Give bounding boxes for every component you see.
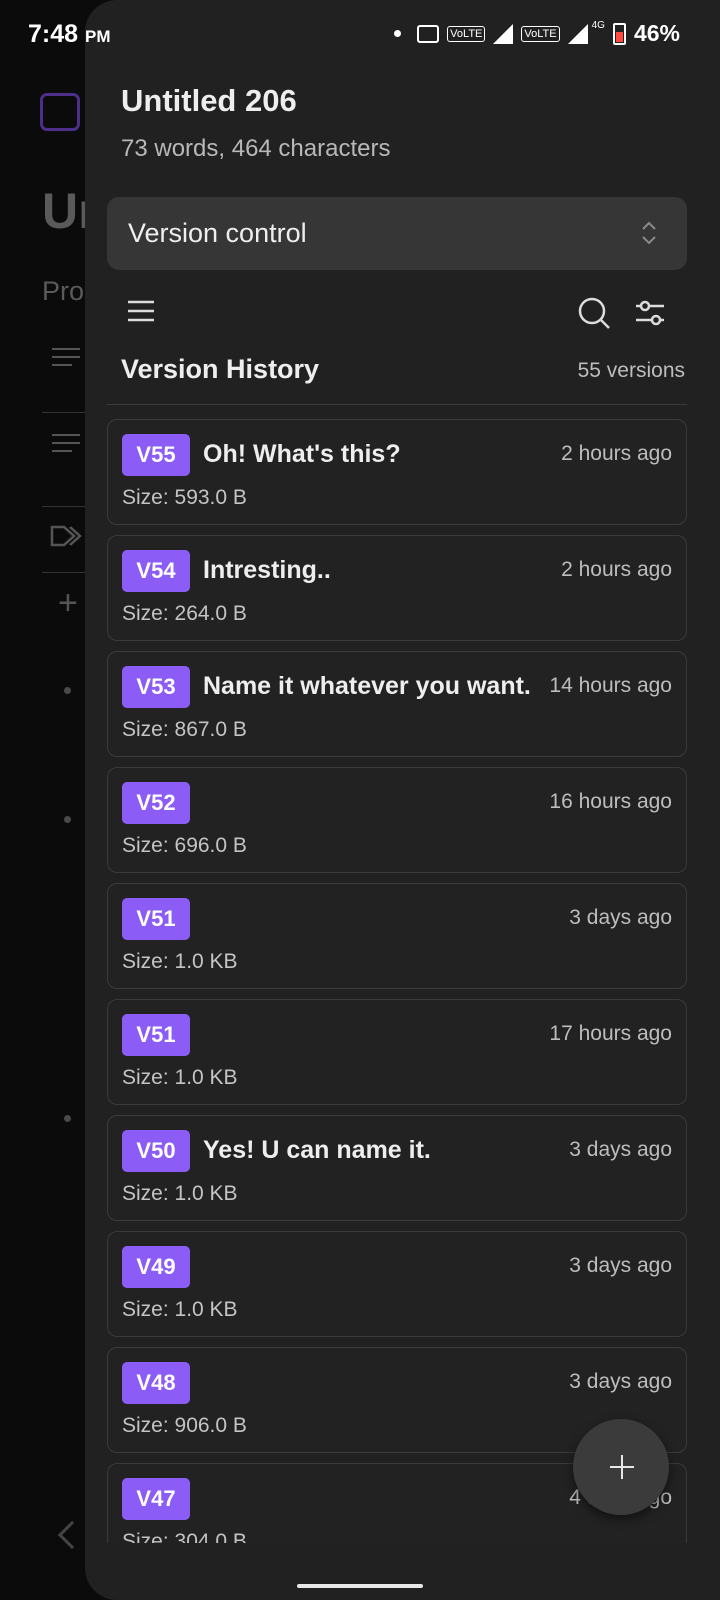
sidebar-toggle-icon <box>40 93 80 131</box>
version-size: Size: 593.0 B <box>122 486 247 509</box>
version-size: Size: 264.0 B <box>122 602 247 625</box>
tag-icon <box>50 525 82 547</box>
history-toolbar <box>107 290 687 342</box>
version-card[interactable]: V53 Name it whatever you want. 14 hours … <box>107 651 687 757</box>
version-badge: V48 <box>122 1362 190 1404</box>
version-size: Size: 1.0 KB <box>122 1066 238 1089</box>
version-card[interactable]: V51 17 hours ago Size: 1.0 KB <box>107 999 687 1105</box>
version-badge: V49 <box>122 1246 190 1288</box>
version-time: 2 hours ago <box>561 558 672 581</box>
add-version-button[interactable] <box>573 1419 669 1515</box>
network-type: 4G <box>591 20 605 31</box>
background-properties-label: Pro <box>42 276 85 306</box>
version-drawer: Untitled 206 73 words, 464 characters Ve… <box>85 0 720 1600</box>
signal-icon <box>493 23 514 44</box>
vibrate-icon <box>417 24 440 43</box>
version-badge: V51 <box>122 1014 190 1056</box>
notification-dot-icon <box>394 30 402 37</box>
status-bar: 7:48 PM VoLTE VoLTE 4G 46% <box>0 0 720 72</box>
version-name: Oh! What's this? <box>203 440 401 468</box>
version-time: 17 hours ago <box>549 1022 672 1045</box>
home-indicator[interactable] <box>297 1584 423 1588</box>
version-card[interactable]: V50 Yes! U can name it. 3 days ago Size:… <box>107 1115 687 1221</box>
text-lines-icon <box>52 348 80 350</box>
version-time: 3 days ago <box>569 906 672 929</box>
version-size: Size: 1.0 KB <box>122 950 238 973</box>
version-badge: V52 <box>122 782 190 824</box>
panel-selector[interactable]: Version control <box>107 197 687 270</box>
version-size: Size: 1.0 KB <box>122 1182 238 1205</box>
status-time: 7:48 PM <box>28 20 111 48</box>
version-card[interactable]: V54 Intresting.. 2 hours ago Size: 264.0… <box>107 535 687 641</box>
version-badge: V55 <box>122 434 190 476</box>
version-list: V55 Oh! What's this? 2 hours ago Size: 5… <box>107 419 687 1543</box>
battery-percent: 46% <box>633 20 680 46</box>
volte-icon: VoLTE <box>521 25 560 42</box>
version-size: Size: 1.0 KB <box>122 1298 238 1321</box>
divider <box>107 404 687 405</box>
signal-icon <box>567 23 588 44</box>
bullet-dot <box>64 687 71 694</box>
version-badge: V50 <box>122 1130 190 1172</box>
version-size: Size: 906.0 B <box>122 1414 247 1437</box>
panel-selector-value: Version control <box>128 218 307 248</box>
version-time: 14 hours ago <box>549 674 672 697</box>
version-card[interactable]: V55 Oh! What's this? 2 hours ago Size: 5… <box>107 419 687 525</box>
version-name: Yes! U can name it. <box>203 1136 431 1164</box>
version-history-title: Version History <box>121 354 320 384</box>
back-chevron-icon <box>57 1520 87 1550</box>
text-lines-icon <box>52 434 80 436</box>
text-lines-icon <box>52 442 80 444</box>
text-lines-icon <box>52 356 80 358</box>
battery-icon <box>612 22 626 45</box>
volte-icon: VoLTE <box>447 25 486 42</box>
version-time: 3 days ago <box>569 1254 672 1277</box>
version-card[interactable]: V52 16 hours ago Size: 696.0 B <box>107 767 687 873</box>
version-count: 55 versions <box>577 359 685 382</box>
version-badge: V51 <box>122 898 190 940</box>
version-badge: V53 <box>122 666 190 708</box>
text-lines-icon <box>52 364 72 366</box>
up-down-chevron-icon <box>642 221 656 245</box>
version-card[interactable]: V51 3 days ago Size: 1.0 KB <box>107 883 687 989</box>
search-icon[interactable] <box>577 296 611 330</box>
version-size: Size: 304.0 B <box>122 1530 247 1543</box>
version-time: 3 days ago <box>569 1138 672 1161</box>
version-time: 16 hours ago <box>549 790 672 813</box>
version-time: 3 days ago <box>569 1370 672 1393</box>
document-stats: 73 words, 464 characters <box>121 135 391 162</box>
text-lines-icon <box>52 450 72 452</box>
version-size: Size: 696.0 B <box>122 834 247 857</box>
document-title: Untitled 206 <box>121 83 297 118</box>
version-name: Name it whatever you want. <box>203 672 531 700</box>
filter-settings-icon[interactable] <box>633 296 667 330</box>
add-property-icon: + <box>58 584 78 622</box>
version-name: Intresting.. <box>203 556 331 584</box>
bullet-dot <box>64 1115 71 1122</box>
version-badge: V47 <box>122 1478 190 1520</box>
menu-icon[interactable] <box>127 300 155 322</box>
bullet-dot <box>64 816 71 823</box>
version-card[interactable]: V49 3 days ago Size: 1.0 KB <box>107 1231 687 1337</box>
version-time: 2 hours ago <box>561 442 672 465</box>
version-size: Size: 867.0 B <box>122 718 247 741</box>
version-badge: V54 <box>122 550 190 592</box>
